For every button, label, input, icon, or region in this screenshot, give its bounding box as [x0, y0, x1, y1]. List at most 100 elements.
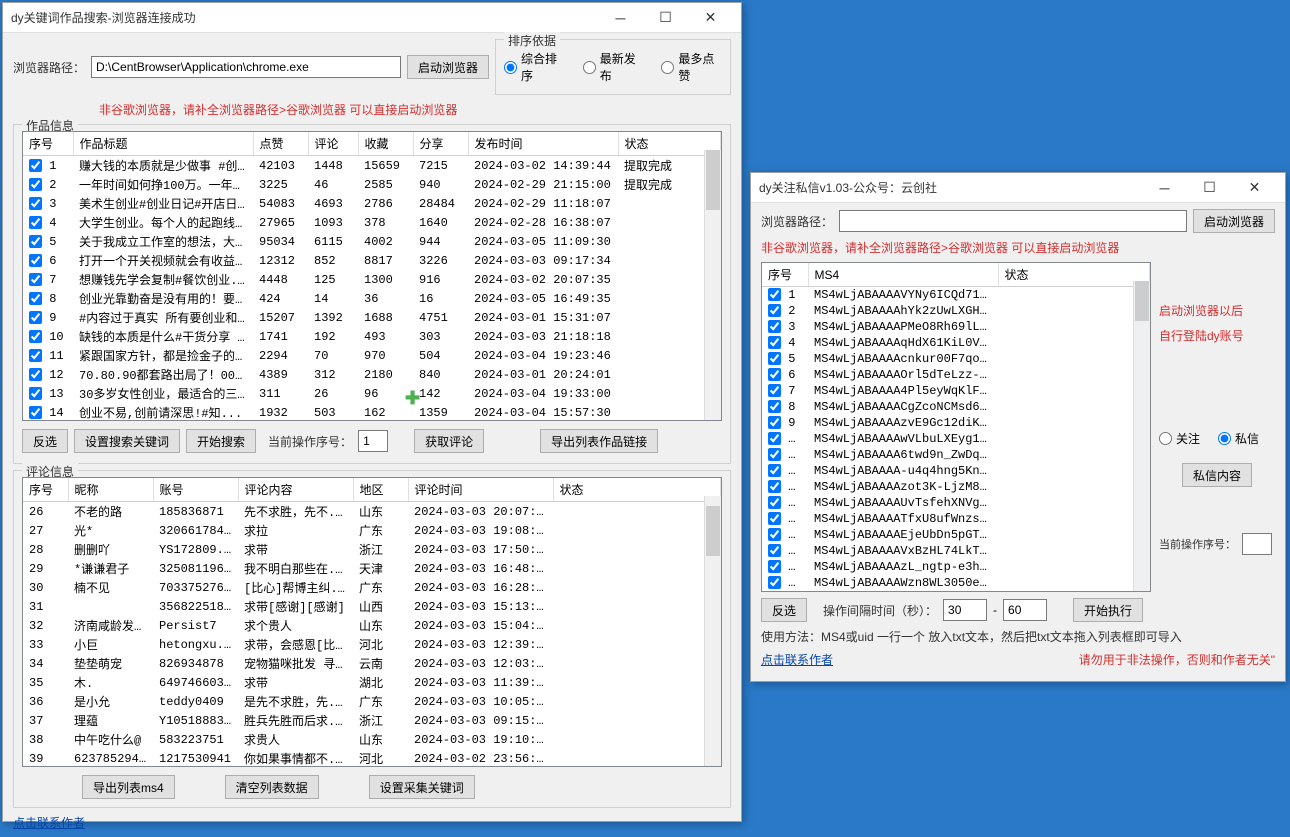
row-checkbox[interactable]: [768, 320, 781, 333]
table-row[interactable]: 7MS4wLjABAAAA4Pl5eyWqKlFDQM...: [762, 383, 1150, 399]
close-button[interactable]: ✕: [1232, 174, 1277, 202]
table-row[interactable]: 11MS4wLjABAAAA6twd9n_ZwDqhij...: [762, 447, 1150, 463]
table-row[interactable]: 10MS4wLjABAAAAwVLbuLXEyg1w-x...: [762, 431, 1150, 447]
row-checkbox[interactable]: [29, 197, 42, 210]
table-row[interactable]: 37理蕴Y1051888327胜兵先胜而后求...浙江2024-03-03 09…: [23, 711, 721, 730]
interval-to-input[interactable]: [1003, 599, 1047, 621]
col-header[interactable]: 序号: [23, 132, 73, 156]
table-row[interactable]: 1270.80.90都套路出局了！00后...43893122180840202…: [23, 365, 721, 384]
table-row[interactable]: 9#内容过于真实 所有要创业和...152071392168847512024-…: [23, 308, 721, 327]
sort-latest[interactable]: 最新发布: [583, 50, 644, 84]
browser-path-input[interactable]: [839, 210, 1187, 232]
row-checkbox[interactable]: [768, 384, 781, 397]
col-header[interactable]: 评论时间: [408, 478, 553, 502]
current-op-input[interactable]: [1242, 533, 1272, 555]
table-row[interactable]: 9MS4wLjABAAAAzvE9Gc12diKO0x...: [762, 415, 1150, 431]
table-row[interactable]: 3135682251837求带[感谢][感谢]山西2024-03-03 15:1…: [23, 597, 721, 616]
row-checkbox[interactable]: [768, 576, 781, 589]
row-checkbox[interactable]: [768, 416, 781, 429]
start-search-button[interactable]: 开始搜索: [186, 429, 256, 453]
col-header[interactable]: 状态: [998, 263, 1150, 287]
row-checkbox[interactable]: [29, 216, 42, 229]
row-checkbox[interactable]: [29, 368, 42, 381]
col-header[interactable]: 收藏: [358, 132, 413, 156]
table-row[interactable]: 26不老的路185836871先不求胜，先不...山东2024-03-03 20…: [23, 502, 721, 522]
row-checkbox[interactable]: [29, 349, 42, 362]
col-header[interactable]: 评论内容: [238, 478, 353, 502]
row-checkbox[interactable]: [768, 448, 781, 461]
interval-from-input[interactable]: [943, 599, 987, 621]
col-header[interactable]: 账号: [153, 478, 238, 502]
comments-table-wrap[interactable]: 序号昵称账号评论内容地区评论时间状态 26不老的路185836871先不求胜，先…: [22, 477, 722, 767]
col-header[interactable]: 点赞: [253, 132, 308, 156]
table-row[interactable]: 36是小允teddy0409是先不求胜，先...广东2024-03-03 10:…: [23, 692, 721, 711]
col-header[interactable]: 昵称: [68, 478, 153, 502]
start-execute-button[interactable]: 开始执行: [1073, 598, 1143, 622]
minimize-button[interactable]: ─: [598, 4, 643, 32]
table-row[interactable]: 18MS4wLjABAAAAzL_ngtp-e3hMm4...: [762, 559, 1150, 575]
table-row[interactable]: 2一年时间如何挣100万。一年...32254625859402024-02-2…: [23, 175, 721, 194]
col-header[interactable]: MS4: [808, 263, 998, 287]
scrollbar[interactable]: [704, 150, 721, 420]
col-header[interactable]: 序号: [23, 478, 68, 502]
table-row[interactable]: 8创业光靠勤奋是没有用的！要...4241436162024-03-05 16:…: [23, 289, 721, 308]
current-op-input[interactable]: [358, 430, 388, 452]
maximize-button[interactable]: ☐: [1187, 174, 1232, 202]
invert-select-button[interactable]: 反选: [22, 429, 68, 453]
row-checkbox[interactable]: [29, 330, 42, 343]
get-comment-button[interactable]: 获取评论: [414, 429, 484, 453]
table-row[interactable]: 30楠不见70337527691[比心]帮博主纠...广东2024-03-03 …: [23, 578, 721, 597]
export-links-button[interactable]: 导出列表作品链接: [540, 429, 658, 453]
row-checkbox[interactable]: [768, 464, 781, 477]
table-row[interactable]: 35木.64974660336求带湖北2024-03-03 11:39:17: [23, 673, 721, 692]
col-header[interactable]: 序号: [762, 263, 808, 287]
row-checkbox[interactable]: [768, 368, 781, 381]
scrollbar[interactable]: [704, 496, 721, 766]
row-checkbox[interactable]: [768, 496, 781, 509]
col-header[interactable]: 作品标题: [73, 132, 253, 156]
table-row[interactable]: 15MS4wLjABAAAATfxU8ufWnzsFbe...: [762, 511, 1150, 527]
export-ms4-button[interactable]: 导出列表ms4: [82, 775, 175, 799]
row-checkbox[interactable]: [29, 292, 42, 305]
table-row[interactable]: 14MS4wLjABAAAAUvTsfehXNVg-7Z...: [762, 495, 1150, 511]
row-checkbox[interactable]: [768, 352, 781, 365]
table-row[interactable]: 1MS4wLjABAAAAVYNy6ICQd71X-n...: [762, 287, 1150, 304]
table-row[interactable]: 39623785294711217530941你如果事情都不...河北2024-…: [23, 749, 721, 767]
table-row[interactable]: 33小巨hetongxu...求带，会感恩[比心]河北2024-03-03 12…: [23, 635, 721, 654]
row-checkbox[interactable]: [768, 400, 781, 413]
col-header[interactable]: 地区: [353, 478, 408, 502]
table-row[interactable]: 27光*32066178464求拉广东2024-03-03 19:08:30: [23, 521, 721, 540]
row-checkbox[interactable]: [29, 254, 42, 267]
table-row[interactable]: 28删删吖YS172809...求带浙江2024-03-03 17:50:20: [23, 540, 721, 559]
table-row[interactable]: 5关于我成立工作室的想法，大...95034611540029442024-03…: [23, 232, 721, 251]
row-checkbox[interactable]: [768, 480, 781, 493]
table-row[interactable]: 14创业不易,创前请深思!#知...193250316213592024-03-…: [23, 403, 721, 421]
table-row[interactable]: 3美术生创业#创业日记#开店日...5408346932786284842024…: [23, 194, 721, 213]
follow-radio[interactable]: 关注: [1159, 430, 1200, 447]
dm-content-button[interactable]: 私信内容: [1182, 463, 1252, 487]
table-row[interactable]: 1赚大钱的本质就是少做事 #创...4210314481565972152024…: [23, 156, 721, 176]
table-row[interactable]: 17MS4wLjABAAAAVxBzHL74LkTtrE...: [762, 543, 1150, 559]
row-checkbox[interactable]: [29, 387, 42, 400]
row-checkbox[interactable]: [768, 432, 781, 445]
row-checkbox[interactable]: [768, 560, 781, 573]
set-collect-keyword-button[interactable]: 设置采集关键词: [369, 775, 475, 799]
table-row[interactable]: 38中午吃什么@583223751求贵人山东2024-03-03 19:10:0…: [23, 730, 721, 749]
table-row[interactable]: 5MS4wLjABAAAAcnkur00F7qopeq...: [762, 351, 1150, 367]
col-header[interactable]: 分享: [413, 132, 468, 156]
table-row[interactable]: 19MS4wLjABAAAAWzn8WL3050eYir...: [762, 575, 1150, 591]
col-header[interactable]: 发布时间: [468, 132, 618, 156]
sort-mostliked[interactable]: 最多点赞: [661, 50, 722, 84]
table-row[interactable]: 34垫垫萌宠826934878宠物猫咪批发 寻...云南2024-03-03 1…: [23, 654, 721, 673]
row-checkbox[interactable]: [768, 544, 781, 557]
table-row[interactable]: 10缺钱的本质是什么#干货分享 ...17411924933032024-03-…: [23, 327, 721, 346]
table-row[interactable]: 11紧跟国家方针，都是捡金子的...2294709705042024-03-04…: [23, 346, 721, 365]
row-checkbox[interactable]: [768, 304, 781, 317]
set-keyword-button[interactable]: 设置搜索关键词: [74, 429, 180, 453]
row-checkbox[interactable]: [768, 288, 781, 301]
minimize-button[interactable]: ─: [1142, 174, 1187, 202]
row-checkbox[interactable]: [29, 273, 42, 286]
row-checkbox[interactable]: [768, 336, 781, 349]
launch-browser-button[interactable]: 启动浏览器: [407, 55, 489, 79]
table-row[interactable]: 29*谦谦君子32508119675我不明白那些在...天津2024-03-03…: [23, 559, 721, 578]
